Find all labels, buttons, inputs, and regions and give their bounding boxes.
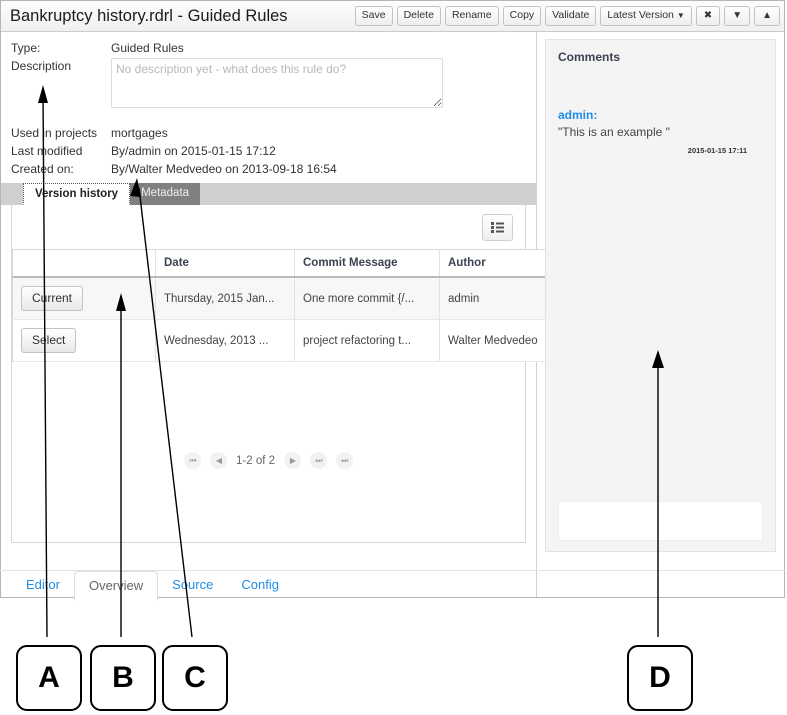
- last-page-icon[interactable]: ⏭: [336, 452, 353, 469]
- chevron-down-icon: ▼: [677, 11, 685, 20]
- type-label: Type:: [1, 40, 111, 56]
- used-in-projects-label: Used in projects: [1, 125, 111, 141]
- list-icon[interactable]: [482, 214, 513, 241]
- row-action-cell: Select: [13, 320, 156, 362]
- comment-author: admin:: [558, 108, 763, 122]
- comments-title: Comments: [558, 50, 763, 64]
- column-header-commit-message: Commit Message: [295, 250, 440, 278]
- delete-button[interactable]: Delete: [397, 6, 441, 26]
- row-commit-message-cell: project refactoring t...: [295, 320, 440, 362]
- row-commit-message-cell: One more commit {/...: [295, 277, 440, 320]
- table-row[interactable]: Current Thursday, 2015 Jan... One more c…: [13, 277, 573, 320]
- callout-c: C: [162, 645, 228, 711]
- type-value: Guided Rules: [111, 40, 184, 56]
- callout-d: D: [627, 645, 693, 711]
- tab-metadata[interactable]: Metadata: [130, 183, 200, 205]
- rename-button[interactable]: Rename: [445, 6, 499, 26]
- pagination: ⏮ ◀ 1-2 of 2 ▶ ⏭ ⏭: [12, 452, 525, 469]
- metadata-row-used-in-projects: Used in projects mortgages: [1, 125, 536, 143]
- table-header: Date Commit Message Author: [13, 250, 573, 278]
- title-bar: Bankruptcy history.rdrl - Guided Rules S…: [1, 1, 784, 32]
- comment-timestamp: 2015-01-15 17:11: [558, 146, 763, 155]
- validate-button[interactable]: Validate: [545, 6, 596, 26]
- table-body: Current Thursday, 2015 Jan... One more c…: [13, 277, 573, 362]
- inner-tab-bar: Version history Metadata: [1, 183, 536, 205]
- left-pane: Type: Guided Rules Description Used in p…: [1, 32, 537, 597]
- select-version-button[interactable]: Select: [21, 328, 76, 353]
- created-on-label: Created on:: [1, 161, 111, 177]
- column-header-action: [13, 250, 156, 278]
- pagination-status: 1-2 of 2: [236, 455, 275, 467]
- description-label: Description: [1, 58, 111, 74]
- previous-page-icon[interactable]: ◀: [210, 452, 227, 469]
- list-icon-glyph: [491, 222, 504, 233]
- panel-toolbar: [12, 205, 525, 241]
- created-on-value: By/Walter Medvedeo on 2013-09-18 16:54: [111, 161, 337, 177]
- version-dropdown-button[interactable]: Latest Version▼: [600, 6, 691, 26]
- tab-config[interactable]: Config: [227, 571, 293, 600]
- tab-editor[interactable]: Editor: [12, 571, 74, 600]
- tab-overview[interactable]: Overview: [74, 571, 158, 601]
- row-date-cell: Wednesday, 2013 ...: [156, 320, 295, 362]
- tab-version-history[interactable]: Version history: [23, 183, 130, 205]
- spacer: [1, 116, 536, 125]
- version-history-table: Date Commit Message Author Current Thurs…: [12, 249, 573, 362]
- metadata-row-type: Type: Guided Rules: [1, 40, 536, 58]
- comment-input[interactable]: [558, 501, 763, 541]
- callout-b: B: [90, 645, 156, 711]
- next-page-icon[interactable]: ▶: [284, 452, 301, 469]
- first-page-icon[interactable]: ⏮: [184, 452, 201, 469]
- chevron-down-icon[interactable]: ▼: [724, 6, 750, 26]
- window-body: Type: Guided Rules Description Used in p…: [1, 32, 784, 597]
- table-row[interactable]: Select Wednesday, 2013 ... project refac…: [13, 320, 573, 362]
- description-input[interactable]: [111, 58, 443, 108]
- metadata-row-created-on: Created on: By/Walter Medvedeo on 2013-0…: [1, 161, 536, 179]
- right-pane: Comments admin: "This is an example " 20…: [537, 32, 784, 597]
- close-icon[interactable]: ✖: [696, 6, 720, 26]
- table-header-row: Date Commit Message Author: [13, 250, 573, 278]
- window-title: Bankruptcy history.rdrl - Guided Rules: [10, 7, 288, 26]
- current-version-button[interactable]: Current: [21, 286, 83, 311]
- save-button[interactable]: Save: [355, 6, 393, 26]
- editor-tab-bar: Editor Overview Source Config: [0, 570, 785, 600]
- column-header-date: Date: [156, 250, 295, 278]
- tab-source[interactable]: Source: [158, 571, 227, 600]
- application-window: Bankruptcy history.rdrl - Guided Rules S…: [0, 0, 785, 598]
- version-dropdown-label: Latest Version: [607, 9, 674, 21]
- comment-entry: admin: "This is an example " 2015-01-15 …: [558, 108, 763, 155]
- version-history-panel: Date Commit Message Author Current Thurs…: [11, 205, 526, 543]
- callout-a: A: [16, 645, 82, 711]
- metadata-row-last-modified: Last modified By/admin on 2015-01-15 17:…: [1, 143, 536, 161]
- copy-button[interactable]: Copy: [503, 6, 542, 26]
- comments-panel: Comments admin: "This is an example " 20…: [545, 39, 776, 552]
- fast-forward-icon[interactable]: ⏭: [310, 452, 327, 469]
- last-modified-label: Last modified: [1, 143, 111, 159]
- chevron-up-icon[interactable]: ▲: [754, 6, 780, 26]
- last-modified-value: By/admin on 2015-01-15 17:12: [111, 143, 276, 159]
- window-toolbar: Save Delete Rename Copy Validate Latest …: [355, 6, 780, 26]
- used-in-projects-value: mortgages: [111, 125, 168, 141]
- metadata-fields: Type: Guided Rules Description Used in p…: [1, 32, 536, 179]
- row-date-cell: Thursday, 2015 Jan...: [156, 277, 295, 320]
- row-action-cell: Current: [13, 277, 156, 320]
- comment-text: "This is an example ": [558, 125, 763, 139]
- metadata-row-description: Description: [1, 58, 536, 116]
